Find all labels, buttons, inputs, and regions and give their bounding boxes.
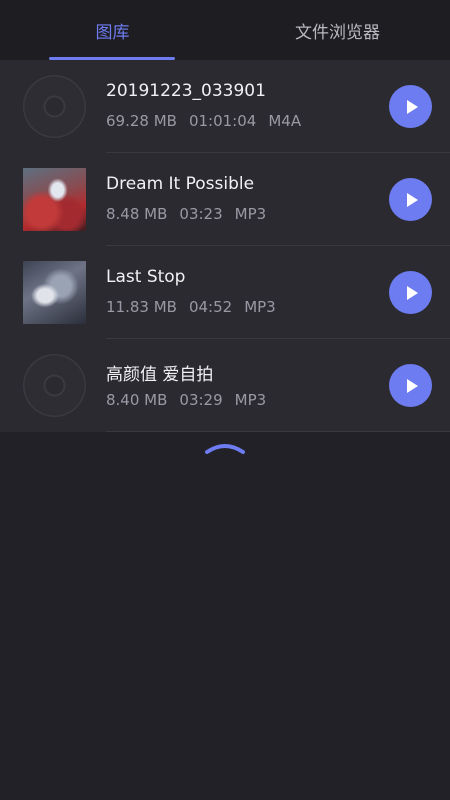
track-meta: 8.40 MB 03:29 MP3 — [106, 391, 266, 409]
track-duration: 03:29 — [179, 391, 223, 409]
play-icon — [406, 378, 418, 393]
track-title: Last Stop — [106, 267, 186, 287]
track-title: 高颜值 爱自拍 — [106, 365, 214, 385]
collapse-handle[interactable] — [204, 440, 246, 454]
track-title: 20191223_033901 — [106, 81, 266, 101]
play-icon — [406, 285, 418, 300]
track-format: M4A — [268, 112, 302, 130]
tab-gallery-label: 图库 — [95, 22, 130, 43]
track-meta: 69.28 MB 01:01:04 M4A — [106, 112, 301, 130]
track-size: 11.83 MB — [106, 298, 177, 316]
track-list: 20191223_033901 69.28 MB 01:01:04 M4A Dr… — [0, 60, 450, 432]
row-divider — [106, 431, 450, 432]
tab-gallery[interactable]: 图库 — [0, 0, 225, 60]
track-title: Dream It Possible — [106, 174, 255, 194]
album-art — [23, 261, 86, 324]
track-meta: 11.83 MB 04:52 MP3 — [106, 298, 276, 316]
play-icon — [406, 99, 418, 114]
chevron-up-icon — [205, 444, 245, 454]
album-art — [23, 168, 86, 231]
track-size: 69.28 MB — [106, 112, 177, 130]
play-icon — [406, 192, 418, 207]
track-format: MP3 — [234, 205, 267, 223]
track-meta: 8.48 MB 03:23 MP3 — [106, 205, 266, 223]
track-row[interactable]: Last Stop 11.83 MB 04:52 MP3 — [0, 246, 450, 339]
track-row[interactable]: 高颜值 爱自拍 8.40 MB 03:29 MP3 — [0, 339, 450, 432]
play-button[interactable] — [389, 178, 432, 221]
track-duration: 04:52 — [188, 298, 233, 316]
tab-bar: 图库 文件浏览器 — [0, 0, 450, 60]
disc-icon — [23, 354, 86, 417]
track-duration: 03:23 — [179, 205, 223, 223]
play-button[interactable] — [389, 364, 432, 407]
tab-file-browser[interactable]: 文件浏览器 — [225, 0, 450, 60]
track-format: MP3 — [234, 391, 267, 409]
play-button[interactable] — [389, 271, 432, 314]
track-size: 8.48 MB — [106, 205, 168, 223]
disc-icon — [23, 75, 86, 138]
track-format: MP3 — [244, 298, 276, 316]
track-row[interactable]: 20191223_033901 69.28 MB 01:01:04 M4A — [0, 60, 450, 153]
tab-file-browser-label: 文件浏览器 — [295, 22, 380, 43]
play-button[interactable] — [389, 85, 432, 128]
track-row[interactable]: Dream It Possible 8.48 MB 03:23 MP3 — [0, 153, 450, 246]
track-duration: 01:01:04 — [188, 112, 257, 130]
track-size: 8.40 MB — [106, 391, 168, 409]
